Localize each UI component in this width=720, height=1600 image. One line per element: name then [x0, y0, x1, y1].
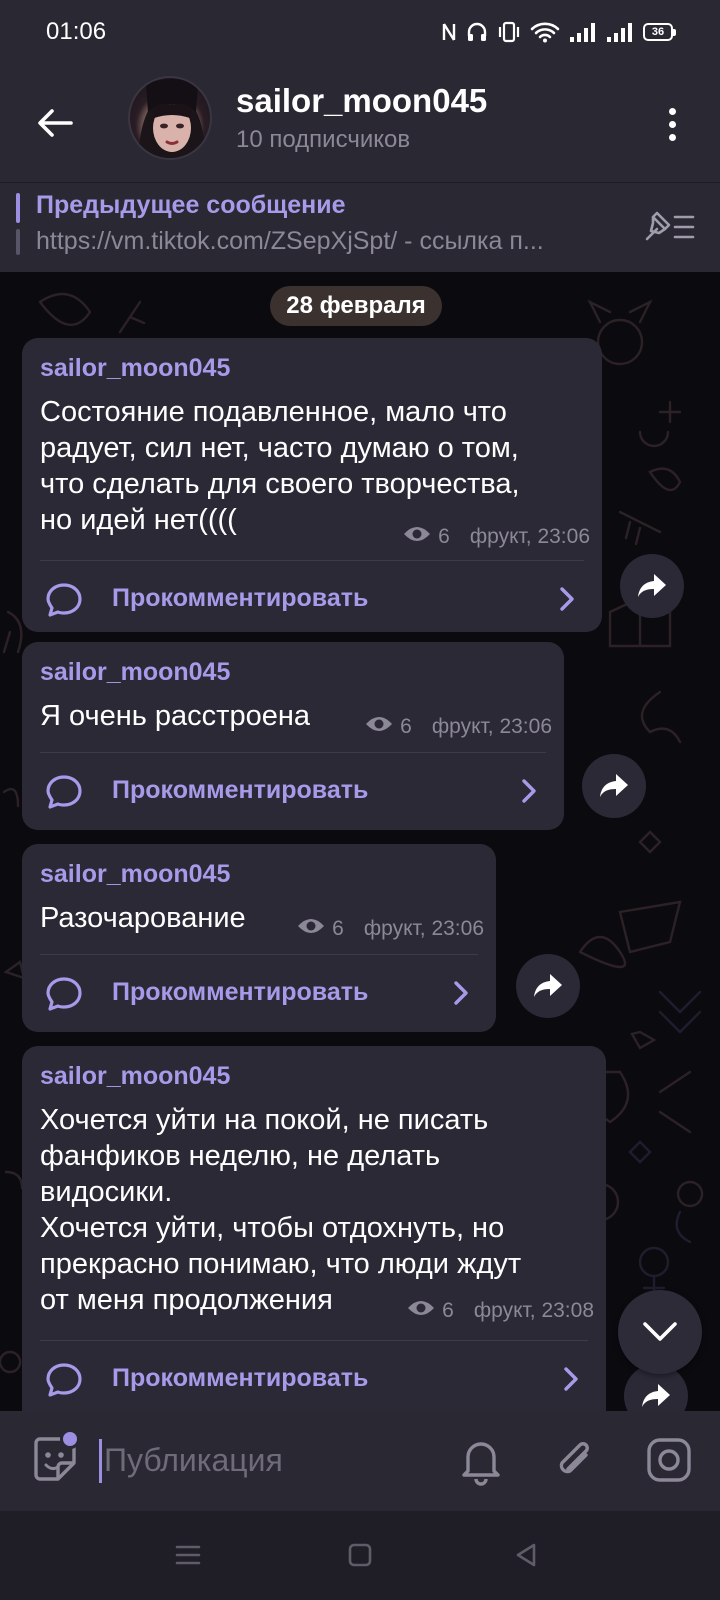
- message-bubble[interactable]: sailor_moon045 Разочарование 6 фрукт, 23…: [22, 844, 496, 1032]
- status-time: 01:06: [46, 18, 107, 45]
- message-signature: фрукт, 23:06: [431, 715, 552, 738]
- share-arrow-icon: [534, 974, 562, 997]
- notification-dot: [60, 1429, 80, 1449]
- comment-label: Прокомментировать: [112, 584, 369, 612]
- chevron-right-icon: [454, 981, 468, 1005]
- pinned-list-button[interactable]: [640, 205, 700, 249]
- back-triangle-icon: [516, 1543, 536, 1567]
- scroll-down-button[interactable]: [618, 1290, 702, 1374]
- paperclip-icon: [559, 1442, 589, 1474]
- battery-level: 36: [643, 23, 673, 41]
- message-text: Разочарование: [40, 902, 246, 934]
- date-separator: 28 февраля: [270, 286, 442, 326]
- message-signature: фрукт, 23:08: [473, 1299, 594, 1322]
- comment-label: Прокомментировать: [112, 776, 369, 804]
- eye-icon: [402, 524, 432, 550]
- message-author[interactable]: sailor_moon045: [40, 1062, 230, 1091]
- notification-toggle-button[interactable]: [454, 1433, 508, 1487]
- message-bubble[interactable]: sailor_moon045 Хочется уйти на покой, не…: [22, 1046, 606, 1411]
- chat-area[interactable]: 28 февраля sailor_moon045 Состояние пода…: [0, 272, 720, 1411]
- view-count: 6: [400, 715, 412, 738]
- camera-button[interactable]: [642, 1433, 696, 1487]
- eye-icon: [364, 714, 394, 740]
- message-bubble[interactable]: sailor_moon045 Состояние подавленное, ма…: [22, 338, 602, 632]
- attach-button[interactable]: [548, 1433, 602, 1487]
- message-signature: фрукт, 23:06: [363, 917, 484, 940]
- message-text: Состояние подавленное, мало что радует, …: [40, 396, 520, 536]
- message-input[interactable]: [104, 1435, 424, 1485]
- channel-name[interactable]: sailor_moon045: [236, 82, 487, 120]
- message-meta: 6 фрукт, 23:06: [364, 714, 552, 740]
- more-options-button[interactable]: [642, 94, 702, 154]
- share-arrow-icon: [642, 1384, 670, 1407]
- subscriber-count: 10 подписчиков: [236, 126, 411, 153]
- message-input-bar: [0, 1411, 720, 1511]
- menu-icon: [175, 1545, 201, 1565]
- comment-bubble-icon: [46, 583, 82, 617]
- status-bar: 01:06 36: [0, 0, 720, 64]
- view-count: 6: [442, 1299, 454, 1322]
- headphones-icon: [466, 21, 488, 43]
- wifi-icon: [530, 21, 560, 43]
- back-arrow-icon: [38, 109, 73, 137]
- vibrate-icon: [497, 21, 521, 43]
- signal-icon: [606, 21, 634, 43]
- comment-button[interactable]: Прокомментировать: [22, 1340, 606, 1411]
- channel-avatar[interactable]: [128, 76, 212, 160]
- message-author[interactable]: sailor_moon045: [40, 860, 230, 889]
- share-button[interactable]: [582, 754, 646, 818]
- message-bubble[interactable]: sailor_moon045 Я очень расстроена 6 фрук…: [22, 642, 564, 830]
- channel-header: sailor_moon045 10 подписчиков: [0, 64, 720, 182]
- comment-bubble-icon: [46, 977, 82, 1011]
- view-count: 6: [332, 917, 344, 940]
- message-author[interactable]: sailor_moon045: [40, 354, 230, 383]
- chevron-down-icon: [643, 1322, 677, 1341]
- pinned-indicator: [16, 193, 20, 255]
- comment-bubble-icon: [46, 1363, 82, 1397]
- message-meta: 6 фрукт, 23:06: [296, 916, 484, 942]
- message-meta: 6 фрукт, 23:06: [402, 524, 590, 550]
- pinned-message-bar[interactable]: Предыдущее сообщение https://vm.tiktok.c…: [0, 182, 720, 272]
- comment-button[interactable]: Прокомментировать: [22, 560, 602, 638]
- pinned-text: https://vm.tiktok.com/ZSepXjSpt/ - ссылк…: [36, 227, 544, 255]
- share-button[interactable]: [516, 954, 580, 1018]
- message-signature: фрукт, 23:06: [469, 525, 590, 548]
- bell-icon: [462, 1442, 500, 1486]
- text-cursor: [99, 1439, 102, 1483]
- nfc-icon: [441, 21, 457, 43]
- comment-button[interactable]: Прокомментировать: [22, 752, 564, 830]
- message-text: Хочется уйти на покой, не писать фанфико…: [40, 1104, 522, 1316]
- home-square-icon: [348, 1543, 372, 1567]
- back-button[interactable]: [26, 94, 84, 152]
- chevron-right-icon: [560, 587, 574, 611]
- pinned-title: Предыдущее сообщение: [36, 191, 346, 219]
- view-count: 6: [438, 525, 450, 548]
- message-meta: 6 фрукт, 23:08: [406, 1298, 594, 1324]
- status-icons: 36: [441, 21, 676, 43]
- eye-icon: [296, 916, 326, 942]
- battery-icon: 36: [643, 23, 676, 41]
- share-arrow-icon: [600, 774, 628, 797]
- share-button[interactable]: [620, 554, 684, 618]
- home-button[interactable]: [340, 1535, 380, 1575]
- comment-label: Прокомментировать: [112, 978, 369, 1006]
- chevron-right-icon: [564, 1367, 578, 1391]
- signal-icon: [569, 21, 597, 43]
- more-vert-icon: [668, 107, 676, 141]
- recents-button[interactable]: [168, 1535, 208, 1575]
- comment-label: Прокомментировать: [112, 1364, 369, 1392]
- instagram-icon: [647, 1438, 691, 1482]
- share-arrow-icon: [638, 574, 666, 597]
- comment-bubble-icon: [46, 775, 82, 809]
- unpin-list-icon: [645, 211, 695, 241]
- back-nav-button[interactable]: [506, 1535, 546, 1575]
- chevron-right-icon: [522, 779, 536, 803]
- eye-icon: [406, 1298, 436, 1324]
- message-author[interactable]: sailor_moon045: [40, 658, 230, 687]
- comment-button[interactable]: Прокомментировать: [22, 954, 496, 1032]
- system-nav-bar: [0, 1511, 720, 1600]
- message-text: Я очень расстроена: [40, 700, 310, 732]
